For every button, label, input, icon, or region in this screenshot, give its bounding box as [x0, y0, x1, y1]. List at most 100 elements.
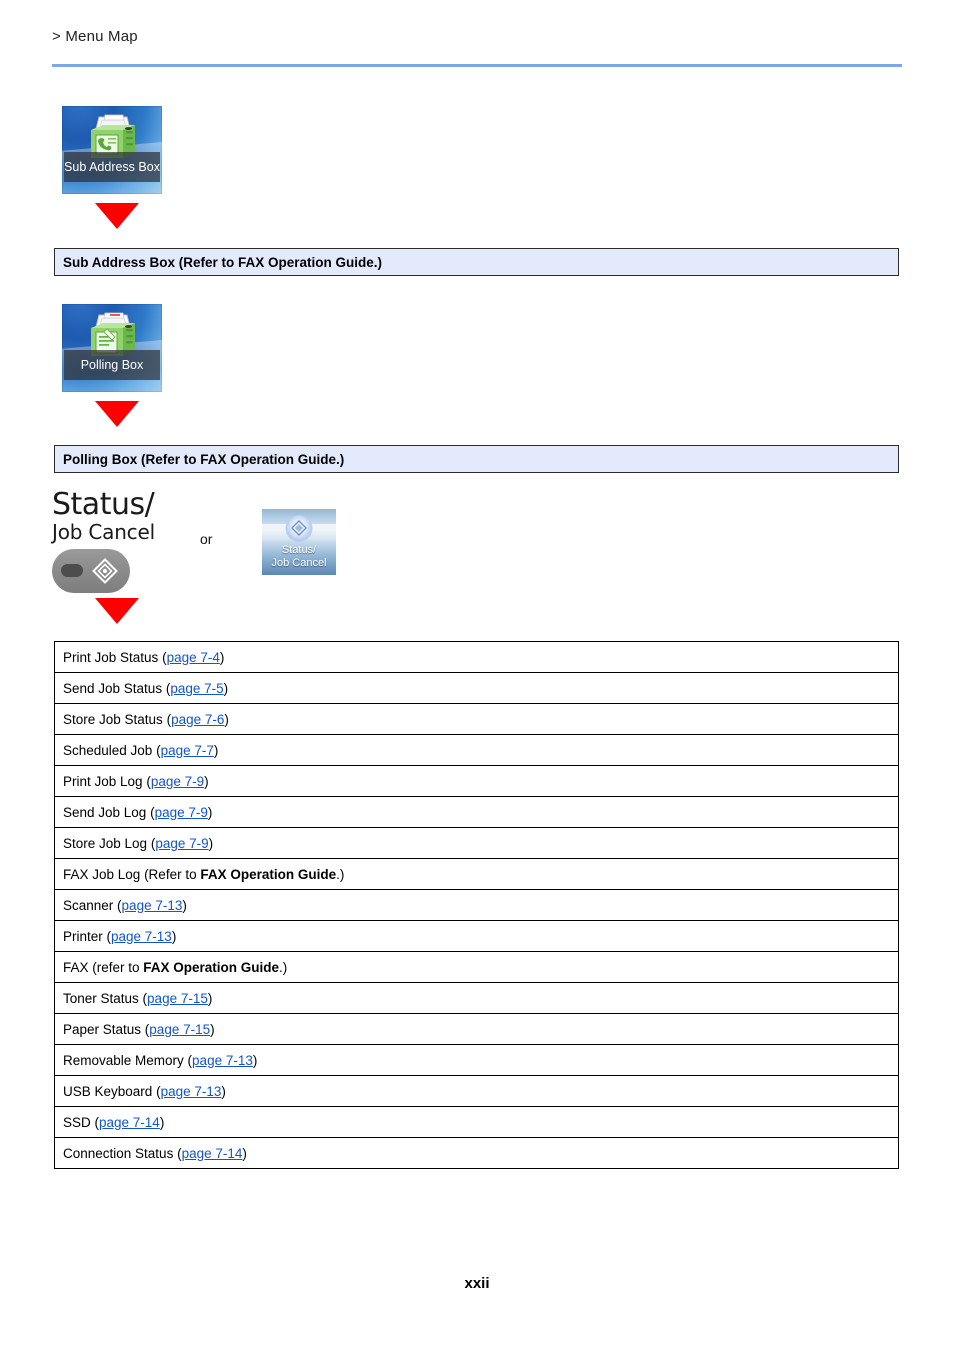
menu-item-paren-open: (	[152, 1083, 161, 1099]
red-down-arrow-icon	[95, 598, 139, 624]
table-row: Printer (page 7-13)	[54, 920, 899, 952]
menu-item-paren-open: (	[113, 897, 122, 913]
table-cell-menu-item: Print Job Log (page 7-9)	[54, 765, 899, 797]
header-divider	[52, 64, 902, 67]
breadcrumb: > Menu Map	[52, 28, 138, 45]
menu-item-label: Toner Status	[63, 990, 139, 1006]
polling-box-tile[interactable]: Polling Box	[62, 304, 162, 392]
menu-item-paren-open: (refer to	[88, 959, 144, 975]
page-reference-link[interactable]: page 7-14	[182, 1146, 243, 1161]
or-connector-label: or	[200, 531, 213, 547]
page-reference-link[interactable]: page 7-5	[170, 681, 223, 696]
sub-address-box-section-label: Sub Address Box (Refer to FAX Operation …	[63, 254, 383, 270]
menu-item-label: SSD	[63, 1114, 91, 1130]
page-number: xxii	[464, 1275, 490, 1292]
table-cell-menu-item: Store Job Status (page 7-6)	[54, 703, 899, 735]
key-led-indicator-icon	[61, 564, 83, 577]
menu-item-paren-close: )	[213, 742, 219, 758]
polling-box-section-label: Polling Box (Refer to FAX Operation Guid…	[63, 451, 345, 467]
table-cell-menu-item: Print Job Status (page 7-4)	[54, 641, 899, 673]
guide-reference-name: FAX Operation Guide	[200, 866, 337, 882]
table-cell-menu-item: Scheduled Job (page 7-7)	[54, 734, 899, 766]
menu-item-paren-close: )	[221, 1083, 226, 1099]
page-reference-link[interactable]: page 7-15	[147, 991, 208, 1006]
status-menu-table: Print Job Status (page 7-4) Send Job Stat…	[54, 641, 899, 1169]
menu-item-label: Scanner	[63, 897, 114, 913]
status-menu-table-body: Print Job Status (page 7-4) Send Job Stat…	[54, 641, 899, 1169]
menu-item-paren-open: (	[142, 773, 151, 789]
menu-item-paren-open: (Refer to	[140, 866, 201, 882]
table-row: Store Job Log (page 7-9)	[54, 827, 899, 859]
status-job-cancel-key-icon[interactable]	[52, 549, 130, 593]
menu-item-label: Paper Status	[63, 1021, 142, 1037]
menu-item-paren-close: )	[210, 1021, 215, 1037]
table-cell-menu-item: Paper Status (page 7-15)	[54, 1013, 899, 1045]
status-key-title-line1: Status/	[52, 487, 155, 522]
table-cell-menu-item: Toner Status (page 7-15)	[54, 982, 899, 1014]
page-reference-link[interactable]: page 7-14	[99, 1115, 160, 1130]
table-row: Print Job Log (page 7-9)	[54, 765, 899, 797]
menu-item-paren-open: (	[152, 742, 161, 758]
table-row: Paper Status (page 7-15)	[54, 1013, 899, 1045]
table-cell-menu-item: Scanner (page 7-13)	[54, 889, 899, 921]
menu-item-paren-open: (	[90, 1114, 100, 1130]
menu-item-paren-close: )	[159, 1114, 165, 1130]
guide-reference-name: FAX Operation Guide	[143, 959, 280, 975]
menu-item-label: Print Job Status	[63, 649, 159, 665]
menu-item-paren-close: )	[252, 1052, 258, 1068]
menu-item-paren-close: )	[207, 990, 213, 1006]
menu-item-label: Store Job Status	[63, 711, 163, 727]
table-cell-menu-item: USB Keyboard (page 7-13)	[54, 1075, 899, 1107]
page-header: > Menu Map	[52, 28, 902, 45]
status-diamond-icon	[92, 558, 118, 584]
page-reference-link[interactable]: page 7-7	[161, 743, 214, 758]
polling-box-section-bar: Polling Box (Refer to FAX Operation Guid…	[54, 445, 899, 473]
menu-item-label: Store Job Log	[63, 835, 148, 851]
table-cell-menu-item: Send Job Status (page 7-5)	[54, 672, 899, 704]
table-cell-menu-item: FAX Job Log (Refer to FAX Operation Guid…	[54, 858, 899, 890]
table-cell-menu-item: Printer (page 7-13)	[54, 920, 899, 952]
menu-item-paren-close: )	[171, 928, 177, 944]
table-row: Send Job Status (page 7-5)	[54, 672, 899, 704]
sub-address-box-tile[interactable]: Sub Address Box	[62, 106, 162, 194]
table-cell-menu-item: Send Job Log (page 7-9)	[54, 796, 899, 828]
page-reference-link[interactable]: page 7-9	[155, 836, 208, 851]
table-row: Toner Status (page 7-15)	[54, 982, 899, 1014]
sub-address-box-section-bar: Sub Address Box (Refer to FAX Operation …	[54, 248, 899, 276]
menu-item-label: USB Keyboard	[63, 1083, 153, 1099]
menu-item-paren-open: (	[102, 928, 112, 944]
menu-item-paren-close: )	[182, 897, 187, 913]
menu-item-label: Send Job Log	[63, 804, 147, 820]
status-diamond-icon	[291, 520, 307, 536]
table-row: Removable Memory (page 7-13)	[54, 1044, 899, 1076]
menu-item-paren-close: )	[219, 649, 225, 665]
menu-item-paren-close: .)	[336, 866, 345, 882]
page-reference-link[interactable]: page 7-13	[111, 929, 172, 944]
status-panel-tile-label: Status/ Job Cancel	[262, 544, 336, 570]
table-row: USB Keyboard (page 7-13)	[54, 1075, 899, 1107]
menu-item-paren-close: .)	[279, 959, 288, 975]
menu-item-label: Removable Memory	[63, 1052, 184, 1068]
menu-item-paren-close: )	[223, 680, 229, 696]
menu-item-paren-open: (	[146, 804, 155, 820]
menu-item-paren-open: (	[162, 711, 172, 727]
page-reference-link[interactable]: page 7-13	[122, 898, 183, 913]
menu-item-paren-open: (	[183, 1052, 193, 1068]
page-reference-link[interactable]: page 7-4	[167, 650, 220, 665]
menu-item-paren-close: )	[207, 804, 213, 820]
sub-address-box-tile-label: Sub Address Box	[64, 152, 160, 182]
table-row: Send Job Log (page 7-9)	[54, 796, 899, 828]
table-cell-menu-item: Store Job Log (page 7-9)	[54, 827, 899, 859]
table-cell-menu-item: FAX (refer to FAX Operation Guide.)	[54, 951, 899, 983]
table-row: Print Job Status (page 7-4)	[54, 641, 899, 673]
page-reference-link[interactable]: page 7-9	[151, 774, 204, 789]
page-reference-link[interactable]: page 7-6	[171, 712, 224, 727]
page-reference-link[interactable]: page 7-13	[161, 1084, 222, 1099]
page-reference-link[interactable]: page 7-15	[149, 1022, 210, 1037]
status-job-cancel-panel-icon[interactable]: Status/ Job Cancel	[262, 509, 336, 575]
page-reference-link[interactable]: page 7-13	[192, 1053, 253, 1068]
page-reference-link[interactable]: page 7-9	[155, 805, 208, 820]
menu-item-label: Printer	[63, 928, 103, 944]
table-row: SSD (page 7-14)	[54, 1106, 899, 1138]
status-key-title-line2: Job Cancel	[52, 520, 155, 544]
